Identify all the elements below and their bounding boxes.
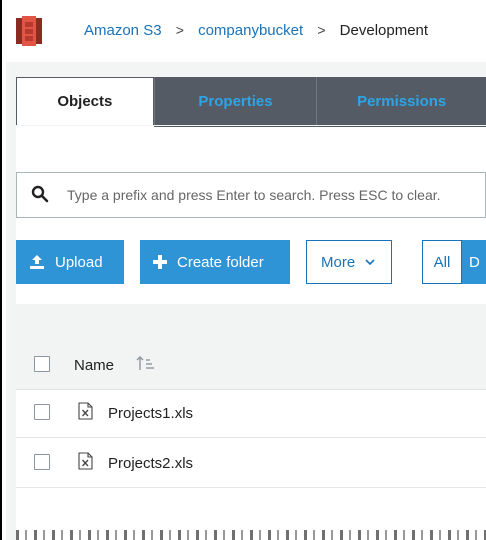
chevron-down-icon: [365, 258, 375, 266]
file-name-link[interactable]: Projects1.xls: [108, 405, 193, 422]
tab-properties[interactable]: Properties: [153, 77, 317, 125]
filter-all-button[interactable]: All: [422, 240, 462, 284]
breadcrumb: Amazon S3 > companybucket > Development: [84, 22, 428, 39]
select-all-checkbox[interactable]: [34, 356, 50, 372]
more-label: More: [321, 253, 356, 271]
table-toolbar-band: [16, 304, 486, 340]
excel-file-icon: [78, 402, 94, 425]
name-column-header[interactable]: Name: [74, 357, 114, 374]
breadcrumb-separator: >: [175, 22, 184, 38]
sort-ascending-icon[interactable]: [136, 355, 156, 378]
all-label: All: [433, 253, 451, 271]
header-bar: Amazon S3 > companybucket > Development: [6, 0, 486, 62]
tab-underline: [16, 126, 486, 127]
table-row[interactable]: Projects2.xls: [16, 438, 486, 488]
row-checkbox[interactable]: [34, 454, 50, 470]
upload-icon: [29, 254, 45, 270]
tab-label: Permissions: [357, 92, 447, 110]
tab-objects[interactable]: Objects: [16, 77, 154, 125]
search-icon: [31, 185, 49, 208]
breadcrumb-separator: >: [317, 22, 326, 38]
create-folder-label: Create folder: [177, 253, 264, 271]
d-label: D: [469, 253, 480, 271]
tab-bar: Objects Properties Permissions: [16, 77, 486, 127]
filter-d-button[interactable]: D: [462, 240, 486, 284]
row-checkbox[interactable]: [34, 404, 50, 420]
cropped-footer-artifact: [16, 530, 486, 540]
breadcrumb-amazon-s3[interactable]: Amazon S3: [84, 22, 162, 39]
tab-permissions[interactable]: Permissions: [316, 77, 486, 125]
search-box[interactable]: [16, 172, 486, 218]
file-name-link[interactable]: Projects2.xls: [108, 455, 193, 472]
table-row[interactable]: Projects1.xls: [16, 388, 486, 438]
excel-file-icon: [78, 452, 94, 475]
upload-button[interactable]: Upload: [16, 240, 124, 284]
breadcrumb-current-folder: Development: [339, 22, 429, 39]
amazon-s3-logo-icon[interactable]: [16, 16, 42, 46]
table-header-row: Name: [16, 340, 486, 390]
breadcrumb-companybucket[interactable]: companybucket: [198, 22, 303, 39]
create-folder-button[interactable]: Create folder: [140, 240, 290, 284]
window-left-border: [0, 0, 2, 540]
more-dropdown-button[interactable]: More: [306, 240, 392, 284]
plus-icon: [153, 255, 167, 269]
tab-label: Properties: [198, 92, 273, 110]
search-input[interactable]: [67, 183, 485, 207]
upload-label: Upload: [55, 253, 103, 271]
tab-label: Objects: [57, 93, 113, 110]
